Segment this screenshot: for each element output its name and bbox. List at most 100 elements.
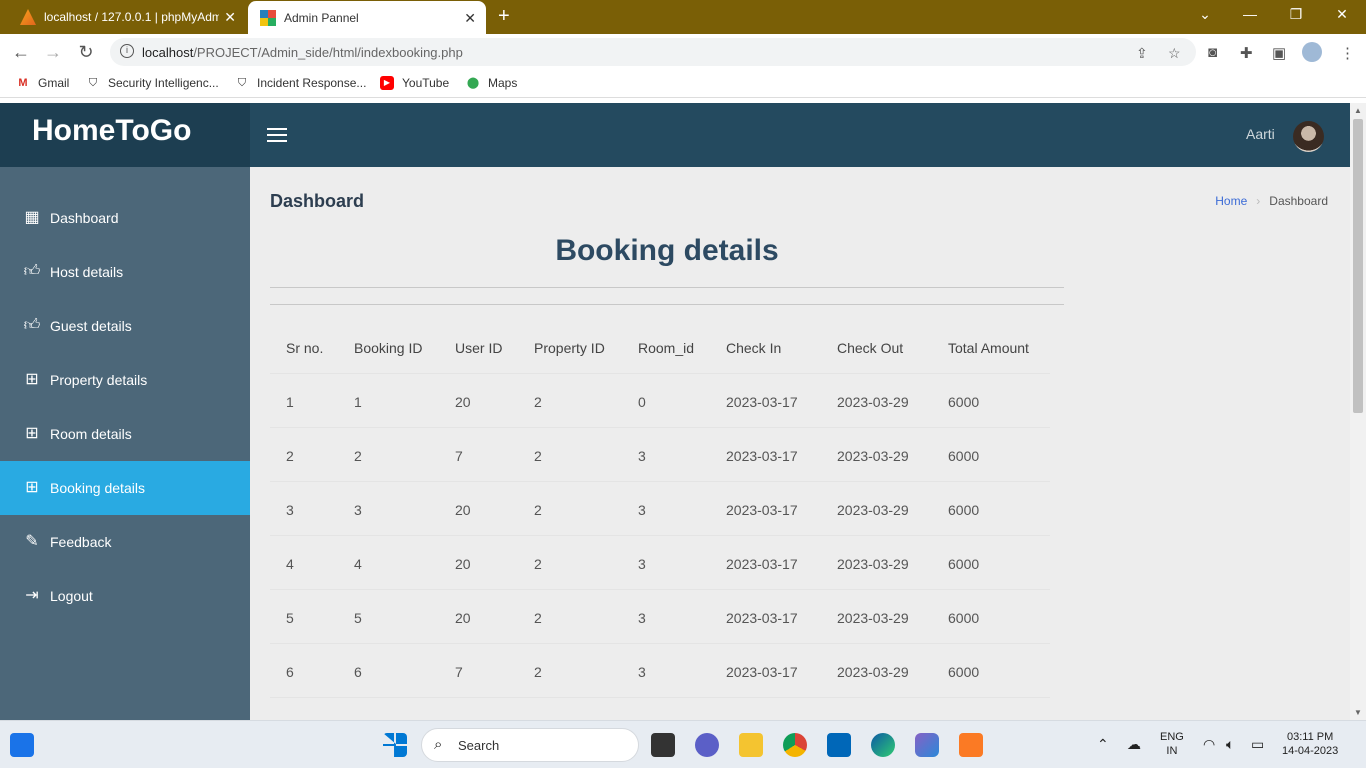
- thumbs-up-icon: 👍︎: [23, 317, 41, 334]
- thumbs-up-icon: 👍︎: [23, 263, 41, 280]
- table-cell: 6000: [948, 394, 980, 410]
- side-panel-icon[interactable]: ▣: [1272, 44, 1286, 62]
- sidebar-item-feedback[interactable]: ✎ Feedback: [0, 515, 250, 569]
- top-navbar: HomeToGo Aarti: [0, 103, 1350, 167]
- language-indicator[interactable]: ENG IN: [1160, 730, 1184, 758]
- close-window-button[interactable]: ✕: [1332, 6, 1352, 23]
- hamburger-menu-icon[interactable]: [267, 128, 287, 142]
- page-scrollbar[interactable]: ▲ ▼: [1350, 103, 1366, 720]
- table-row: 1 1 20 2 0 2023-03-17 2023-03-29 6000: [270, 374, 1050, 428]
- bookmark-maps[interactable]: ⬤ Maps: [466, 76, 518, 90]
- divider: [270, 287, 1064, 288]
- bookmark-youtube[interactable]: ▶ YouTube: [380, 76, 449, 90]
- table-row: 3 3 20 2 3 2023-03-17 2023-03-29 6000: [270, 482, 1050, 536]
- table-cell: 2: [534, 664, 542, 680]
- back-button[interactable]: ←: [10, 42, 32, 63]
- sidebar-item-guest-details[interactable]: 👍︎ Guest details: [0, 299, 250, 353]
- breadcrumb-current: Dashboard: [1269, 194, 1328, 208]
- profile-avatar[interactable]: [1302, 42, 1322, 62]
- sidebar-item-host-details[interactable]: 👍︎ Host details: [0, 245, 250, 299]
- region-label: IN: [1166, 745, 1178, 757]
- tab-title: Admin Pannel: [284, 10, 359, 25]
- table-cell: 6000: [948, 448, 980, 464]
- brand-logo[interactable]: HomeToGo: [0, 103, 250, 167]
- reload-button[interactable]: ↻: [75, 42, 97, 63]
- file-explorer-icon[interactable]: [739, 733, 763, 757]
- table-cell: 3: [638, 610, 646, 626]
- sidebar-item-label: Feedback: [50, 534, 112, 550]
- tab-search-icon[interactable]: ⌄: [1195, 6, 1215, 23]
- start-icon[interactable]: [383, 733, 407, 757]
- table-cell: 2023-03-29: [837, 448, 909, 464]
- avatar[interactable]: [1293, 121, 1324, 152]
- sidebar-item-booking-details[interactable]: ⊞ Booking details: [0, 461, 250, 515]
- browser-tab-admin[interactable]: Admin Pannel ✕: [248, 1, 486, 34]
- copilot-icon[interactable]: [915, 733, 939, 757]
- tab-title: localhost / 127.0.0.1 | phpMyAdmin: [44, 10, 219, 24]
- table-cell: 6000: [948, 664, 980, 680]
- scroll-down-icon[interactable]: ▼: [1354, 708, 1362, 717]
- scroll-up-icon[interactable]: ▲: [1354, 106, 1362, 115]
- table-cell: 1: [354, 394, 362, 410]
- table-cell: 3: [638, 664, 646, 680]
- forward-button[interactable]: →: [42, 42, 64, 63]
- onedrive-icon[interactable]: ☁: [1127, 736, 1141, 753]
- close-icon[interactable]: ✕: [464, 10, 476, 27]
- section-heading: Booking details: [555, 234, 779, 267]
- table-cell: 6: [286, 664, 294, 680]
- sidebar-item-label: Guest details: [50, 318, 132, 334]
- new-tab-button[interactable]: +: [498, 5, 510, 28]
- clock-date: 14-04-2023: [1282, 745, 1339, 757]
- table-cell: 6000: [948, 556, 980, 572]
- volume-icon[interactable]: 🔈︎: [1226, 736, 1234, 753]
- table-cell: 2023-03-17: [726, 664, 798, 680]
- minimize-button[interactable]: —: [1240, 6, 1260, 22]
- widgets-icon[interactable]: [10, 733, 34, 757]
- table-cell: 6000: [948, 610, 980, 626]
- browser-tabstrip: localhost / 127.0.0.1 | phpMyAdmin ✕ Adm…: [0, 0, 1366, 34]
- bookmark-security[interactable]: ⛉ Security Intelligenc...: [86, 76, 219, 90]
- table-cell: 5: [286, 610, 294, 626]
- sidebar-item-logout[interactable]: ⇥ Logout: [0, 569, 250, 623]
- taskbar-search-label: Search: [458, 738, 500, 753]
- bookmarks-bar: M Gmail ⛉ Security Intelligenc... ⛉ Inci…: [0, 70, 1366, 98]
- info-icon[interactable]: i: [120, 44, 134, 58]
- restore-button[interactable]: ❐: [1286, 6, 1306, 23]
- battery-icon[interactable]: ▭: [1251, 736, 1264, 753]
- url-input[interactable]: i localhost/PROJECT/Admin_side/html/inde…: [110, 38, 1196, 66]
- bookmark-star-icon[interactable]: ☆: [1168, 45, 1181, 62]
- user-name[interactable]: Aarti: [1246, 126, 1275, 142]
- sidebar-item-label: Dashboard: [50, 210, 119, 226]
- chevron-up-icon[interactable]: ⌃: [1097, 736, 1109, 753]
- sidebar-item-property-details[interactable]: ⊞ Property details: [0, 353, 250, 407]
- sidebar-item-room-details[interactable]: ⊞ Room details: [0, 407, 250, 461]
- close-icon[interactable]: ✕: [224, 9, 236, 26]
- share-icon[interactable]: ⇪: [1136, 45, 1148, 62]
- chrome-icon[interactable]: [783, 733, 807, 757]
- shield-icon: ⛉: [237, 77, 247, 89]
- scroll-thumb[interactable]: [1353, 119, 1363, 413]
- browser-tab-phpmyadmin[interactable]: localhost / 127.0.0.1 | phpMyAdmin ✕: [8, 0, 246, 34]
- teams-chat-icon[interactable]: [695, 733, 719, 757]
- extensions-icon[interactable]: ✚: [1240, 44, 1253, 62]
- edge-icon[interactable]: [871, 733, 895, 757]
- clock[interactable]: 03:11 PM 14-04-2023: [1282, 730, 1338, 758]
- sidebar-item-dashboard[interactable]: ▦ Dashboard: [0, 191, 250, 245]
- table-cell: 2023-03-17: [726, 502, 798, 518]
- camera-icon[interactable]: ◙: [1208, 44, 1217, 61]
- sidebar: ▦ Dashboard 👍︎ Host details 👍︎ Guest det…: [0, 167, 250, 720]
- breadcrumb-home-link[interactable]: Home: [1215, 194, 1247, 208]
- taskbar-search[interactable]: ⌕ Search: [421, 728, 639, 762]
- bookmark-gmail[interactable]: M Gmail: [16, 76, 69, 90]
- store-icon[interactable]: [827, 733, 851, 757]
- menu-icon[interactable]: ⋮: [1340, 44, 1355, 62]
- wifi-icon[interactable]: ◠: [1203, 736, 1215, 753]
- grid-icon: ⊞: [25, 371, 39, 388]
- table-cell: 2023-03-29: [837, 664, 909, 680]
- phpmyadmin-icon: [20, 9, 36, 25]
- xampp-icon[interactable]: [959, 733, 983, 757]
- table-row: 5 5 20 2 3 2023-03-17 2023-03-29 6000: [270, 590, 1050, 644]
- column-header: Room_id: [638, 340, 695, 356]
- task-view-icon[interactable]: [651, 733, 675, 757]
- bookmark-incident[interactable]: ⛉ Incident Response...: [235, 76, 367, 90]
